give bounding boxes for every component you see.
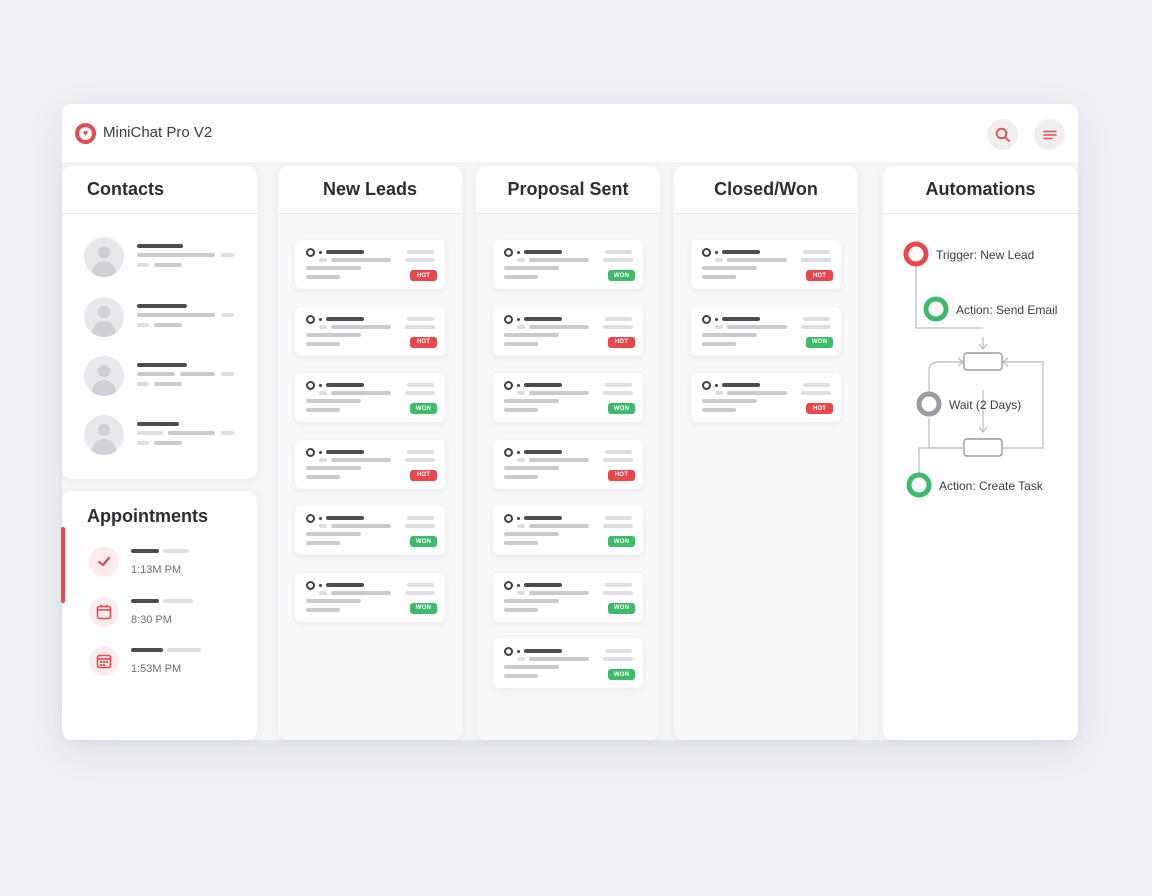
lead-card[interactable]: WON	[493, 506, 643, 555]
appointment-item[interactable]: 1:13M PM	[89, 547, 239, 581]
status-badge: WON	[410, 602, 437, 614]
lead-card[interactable]: WON	[295, 572, 445, 622]
column-title: Proposal Sent	[476, 166, 660, 214]
search-button[interactable]	[987, 119, 1018, 150]
avatar	[84, 415, 124, 455]
column-title: New Leads	[278, 166, 462, 214]
clock-icon	[306, 314, 315, 324]
flow-step-box	[963, 352, 1003, 371]
column-new-leads: New Leads HOT HOT WON HOT WON WON	[278, 166, 462, 740]
appointment-item[interactable]: 1:53M PM	[89, 646, 239, 680]
calendar-icon	[89, 597, 119, 627]
status-badge: HOT	[806, 403, 833, 414]
status-badge: WON	[410, 403, 437, 414]
automation-flow-diagram	[903, 241, 1044, 498]
avatar	[84, 297, 124, 337]
clock-icon	[504, 647, 513, 656]
contact-item[interactable]	[84, 415, 244, 455]
clock-icon	[306, 248, 315, 257]
lead-card[interactable]: WON	[493, 639, 643, 688]
automation-node-label[interactable]: Action: Send Email	[956, 303, 1057, 317]
clock-icon	[702, 381, 711, 390]
search-icon	[995, 127, 1010, 142]
clock-icon	[504, 314, 513, 324]
top-bar: ♥ MiniChat Pro V2	[62, 104, 1078, 162]
clock-icon	[306, 580, 315, 590]
status-badge: HOT	[608, 336, 635, 348]
clock-icon	[504, 514, 513, 523]
status-badge: WON	[410, 536, 437, 547]
lead-card[interactable]: HOT	[295, 240, 445, 289]
status-badge: WON	[608, 669, 635, 680]
contact-item[interactable]	[84, 356, 244, 396]
appointment-time: 8:30 PM	[131, 614, 172, 626]
action-node	[923, 296, 949, 322]
status-badge: HOT	[608, 469, 635, 481]
column-title: Closed/Won	[674, 166, 858, 214]
status-badge: WON	[608, 602, 635, 614]
status-badge: HOT	[410, 469, 437, 481]
clock-icon	[504, 248, 513, 257]
lead-card[interactable]: WON	[295, 373, 445, 422]
clock-icon	[306, 381, 315, 390]
clock-icon	[306, 514, 315, 523]
contact-item[interactable]	[84, 297, 244, 337]
lead-card[interactable]: WON	[493, 373, 643, 422]
contacts-title: Contacts	[62, 166, 257, 214]
status-badge: WON	[806, 336, 833, 348]
lead-card[interactable]: HOT	[295, 439, 445, 489]
automation-node-label[interactable]: Wait (2 Days)	[949, 398, 1021, 412]
clock-icon	[702, 248, 711, 257]
column-closed-won: Closed/Won HOT WON HOT	[674, 166, 858, 740]
status-badge: HOT	[410, 336, 437, 348]
column-proposal-sent: Proposal Sent WON HOT WON HOT WON WON WON	[476, 166, 660, 740]
lead-card[interactable]: WON	[691, 306, 841, 356]
lead-card[interactable]: HOT	[295, 306, 445, 356]
appointments-panel: Appointments 1:13M PM 8:30 PM 1:53M PM	[61, 491, 257, 740]
status-badge: WON	[608, 536, 635, 547]
avatar	[84, 237, 124, 277]
status-badge: HOT	[410, 270, 437, 281]
check-icon	[89, 547, 119, 577]
appointment-item[interactable]: 8:30 PM	[89, 597, 239, 631]
lead-card[interactable]: HOT	[691, 240, 841, 289]
automation-node-label[interactable]: Trigger: New Lead	[936, 248, 1034, 262]
app-title: MiniChat Pro V2	[103, 124, 213, 141]
avatar	[84, 356, 124, 396]
appointment-time: 1:53M PM	[131, 663, 182, 675]
menu-icon	[1042, 130, 1057, 139]
action-node	[906, 472, 932, 498]
menu-button[interactable]	[1034, 119, 1065, 150]
status-badge: WON	[608, 270, 635, 281]
wait-node	[916, 391, 942, 417]
clock-icon	[504, 447, 513, 457]
logo-icon: ♥	[75, 123, 96, 144]
contact-item[interactable]	[84, 237, 244, 277]
status-badge: HOT	[806, 270, 833, 281]
automations-panel: Automations Trigger: New Lead Action: Se	[883, 166, 1078, 740]
lead-card[interactable]: HOT	[691, 373, 841, 422]
appointment-accent-bar	[61, 527, 65, 603]
trigger-node	[903, 241, 929, 267]
lead-card[interactable]: WON	[493, 572, 643, 622]
clock-icon	[702, 314, 711, 324]
clock-icon	[504, 580, 513, 590]
flow-step-box	[963, 438, 1003, 457]
lead-card[interactable]: HOT	[493, 306, 643, 356]
lead-card[interactable]: HOT	[493, 439, 643, 489]
appointments-title: Appointments	[87, 505, 208, 526]
clock-icon	[504, 381, 513, 390]
calendar-grid-icon	[89, 646, 119, 676]
app-window: ♥ MiniChat Pro V2 Contacts Appointments …	[61, 104, 1078, 740]
lead-card[interactable]: WON	[493, 240, 643, 289]
contacts-panel: Contacts	[62, 166, 257, 479]
appointment-time: 1:13M PM	[131, 564, 182, 576]
automation-node-label[interactable]: Action: Create Task	[939, 479, 1043, 493]
status-badge: WON	[608, 403, 635, 414]
lead-card[interactable]: WON	[295, 506, 445, 555]
clock-icon	[306, 447, 315, 457]
